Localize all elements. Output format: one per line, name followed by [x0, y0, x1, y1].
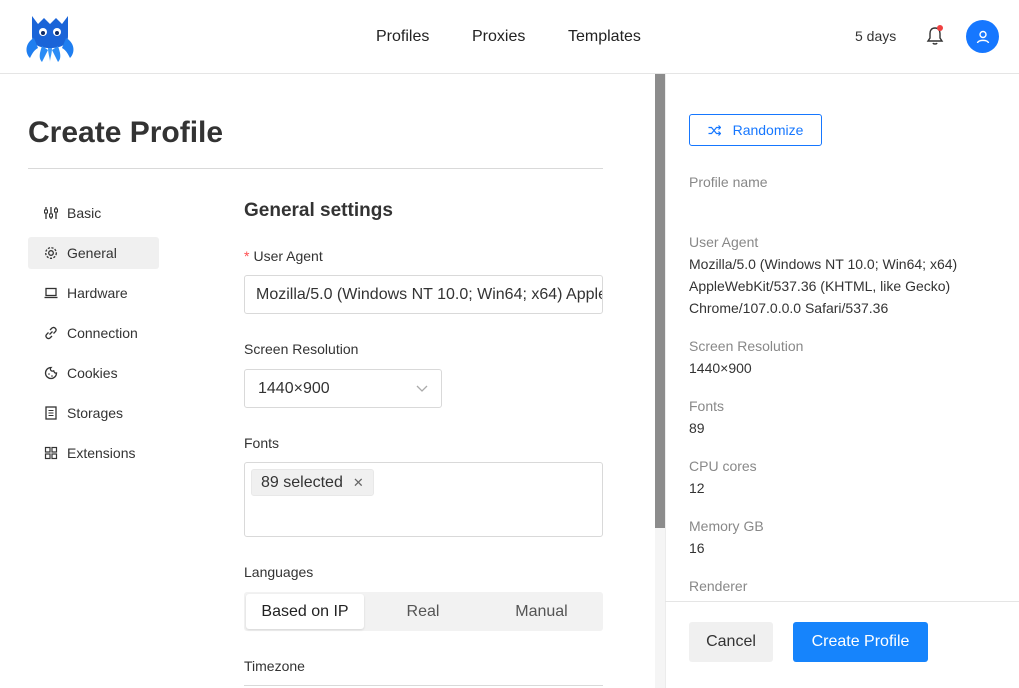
panel-footer-divider — [665, 601, 1019, 602]
summary-user-agent-line-1: Mozilla/5.0 (Windows NT 10.0; Win64; x64… — [689, 256, 958, 272]
summary-user-agent-label: User Agent — [689, 234, 759, 250]
section-title: General settings — [244, 200, 393, 221]
resolution-label: Screen Resolution — [244, 341, 359, 357]
languages-label: Languages — [244, 564, 314, 580]
close-icon[interactable]: ✕ — [353, 475, 364, 491]
languages-segmented: Based on IP Real Manual — [244, 592, 603, 631]
summary-user-agent-line-2: AppleWebKit/537.36 (KHTML, like Gecko) — [689, 278, 951, 294]
summary-user-agent-line-3: Chrome/107.0.0.0 Safari/537.36 — [689, 300, 889, 316]
top-header: Profiles Proxies Templates 5 days — [0, 0, 1019, 74]
sidebar-item-general[interactable]: General — [28, 237, 159, 269]
fonts-multiselect[interactable]: 89 selected ✕ — [244, 462, 603, 537]
scrollbar-thumb[interactable] — [655, 74, 665, 528]
sidebar-item-label: Extensions — [67, 445, 136, 461]
summary-renderer-label: Renderer — [689, 578, 748, 594]
cookie-icon — [44, 366, 58, 380]
fonts-tag: 89 selected ✕ — [251, 469, 374, 496]
octopus-logo-icon[interactable] — [22, 10, 78, 62]
resolution-value: 1440×900 — [258, 379, 330, 397]
laptop-icon — [44, 287, 58, 299]
resolution-select[interactable]: 1440×900 — [244, 369, 442, 408]
required-marker: * — [244, 248, 250, 264]
fonts-label: Fonts — [244, 435, 280, 451]
summary-fonts-value: 89 — [689, 420, 705, 436]
summary-memory-value: 16 — [689, 540, 705, 556]
sidebar-item-hardware[interactable]: Hardware — [28, 277, 159, 309]
summary-cpu-value: 12 — [689, 480, 705, 496]
fonts-tag-label: 89 selected — [261, 473, 343, 491]
summary-resolution-label: Screen Resolution — [689, 338, 804, 354]
chevron-down-icon — [416, 385, 428, 392]
user-agent-label-text: User Agent — [253, 248, 323, 264]
sidebar-item-connection[interactable]: Connection — [28, 317, 159, 349]
timezone-label: Timezone — [244, 658, 305, 674]
extensions-icon — [44, 446, 58, 460]
summary-fonts-label: Fonts — [689, 398, 725, 414]
user-icon — [976, 30, 989, 43]
randomize-label: Randomize — [732, 122, 804, 138]
notification-dot — [937, 25, 943, 31]
sidebar-item-label: Cookies — [67, 365, 118, 381]
randomize-button[interactable]: Randomize — [689, 114, 822, 146]
sidebar-item-basic[interactable]: Basic — [28, 197, 159, 229]
language-option-real[interactable]: Real — [364, 594, 482, 629]
nav-proxies[interactable]: Proxies — [472, 28, 525, 46]
profile-summary-panel — [665, 74, 1019, 688]
summary-memory-label: Memory GB — [689, 518, 764, 534]
title-divider — [28, 168, 603, 169]
nav-templates[interactable]: Templates — [568, 28, 641, 46]
user-agent-input[interactable]: Mozilla/5.0 (Windows NT 10.0; Win64; x64… — [244, 275, 603, 314]
language-option-manual[interactable]: Manual — [482, 594, 601, 629]
page-title: Create Profile — [28, 116, 224, 149]
storage-icon — [45, 406, 57, 420]
sidebar-item-label: Storages — [67, 405, 124, 421]
sidebar-item-label: Basic — [67, 205, 102, 221]
language-option-based-on-ip[interactable]: Based on IP — [246, 594, 364, 629]
sliders-icon — [44, 207, 58, 219]
shuffle-icon — [708, 124, 721, 136]
nav-profiles[interactable]: Profiles — [376, 28, 429, 46]
create-profile-button[interactable]: Create Profile — [793, 622, 928, 662]
avatar[interactable] — [966, 20, 999, 53]
profile-name-label: Profile name — [689, 174, 768, 190]
summary-resolution-value: 1440×900 — [689, 360, 752, 376]
gear-icon — [45, 247, 57, 259]
subscription-days: 5 days — [855, 28, 897, 44]
sidebar-item-label: General — [67, 245, 117, 261]
sidebar-item-extensions[interactable]: Extensions — [28, 437, 159, 469]
sidebar-item-storages[interactable]: Storages — [28, 397, 159, 429]
user-agent-label: * User Agent — [244, 248, 323, 264]
cancel-button[interactable]: Cancel — [689, 622, 773, 662]
sidebar-item-label: Hardware — [67, 285, 128, 301]
sidebar-item-label: Connection — [67, 325, 138, 341]
sidebar-item-cookies[interactable]: Cookies — [28, 357, 159, 389]
link-icon — [45, 326, 57, 340]
summary-cpu-label: CPU cores — [689, 458, 757, 474]
